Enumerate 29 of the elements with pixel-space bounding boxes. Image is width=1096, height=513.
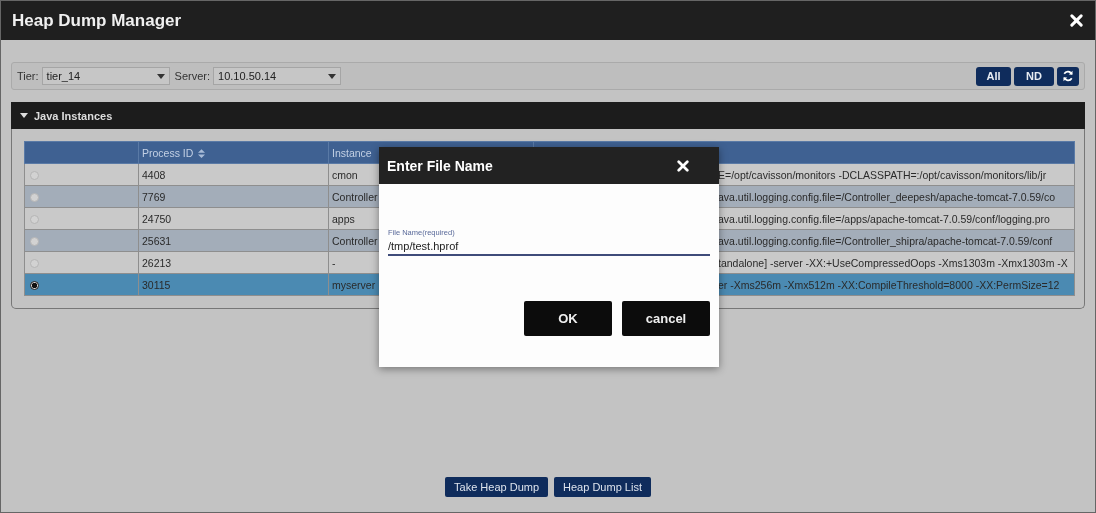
server-dropdown[interactable]: 10.10.50.14	[213, 67, 342, 85]
sort-icon[interactable]	[198, 149, 206, 159]
table-cell: 30115	[138, 273, 329, 296]
refresh-button[interactable]	[1057, 66, 1079, 86]
tier-label: Tier:	[17, 70, 39, 82]
tier-dropdown[interactable]: tier_14	[41, 67, 170, 85]
section-header[interactable]: Java Instances	[11, 102, 1085, 129]
section-title: Java Instances	[34, 109, 113, 122]
field-value: /tmp/test.hprof	[388, 240, 460, 252]
radio-button[interactable]	[30, 193, 39, 203]
filter-button[interactable]: ND	[1014, 66, 1054, 86]
table-cell: 25631	[138, 229, 329, 252]
close-icon[interactable]	[1070, 14, 1083, 27]
window-title: Heap Dump Manager	[12, 10, 182, 31]
table-cell: 7769	[138, 185, 329, 208]
table-cell: 26213	[138, 251, 329, 274]
radio-button[interactable]	[30, 281, 39, 291]
server-label: Server:	[174, 70, 211, 82]
close-icon[interactable]	[677, 159, 689, 172]
table-cell: 24750	[138, 207, 329, 230]
action-button[interactable]: Take Heap Dump	[445, 477, 549, 497]
table-cell: 4408	[138, 163, 329, 186]
radio-button[interactable]	[30, 237, 39, 247]
ok-button[interactable]: OK	[524, 301, 612, 336]
filter-button[interactable]: All	[976, 66, 1011, 86]
table-header[interactable]: Process ID	[138, 141, 329, 164]
refresh-icon	[1062, 70, 1074, 82]
cancel-button[interactable]: cancel	[622, 301, 710, 336]
action-button[interactable]: Heap Dump List	[554, 477, 651, 497]
